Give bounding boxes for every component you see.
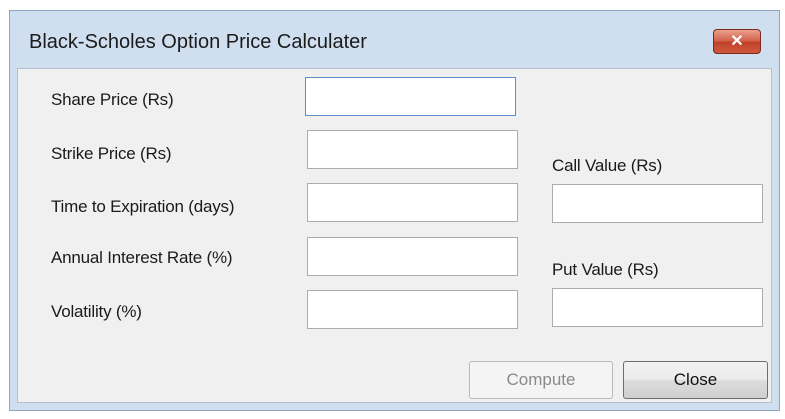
dialog-window: Black-Scholes Option Price Calculater ✕ … [9, 10, 780, 411]
annual-interest-rate-input[interactable] [308, 238, 517, 275]
strike-price-field[interactable] [307, 130, 518, 169]
put-value-label: Put Value (Rs) [552, 260, 659, 279]
volatility-input[interactable] [308, 291, 517, 328]
strike-price-label: Strike Price (Rs) [51, 144, 172, 163]
volatility-label: Volatility (%) [51, 302, 142, 321]
share-price-label: Share Price (Rs) [51, 90, 174, 109]
call-value-field[interactable] [552, 184, 763, 223]
share-price-input[interactable] [306, 78, 515, 115]
call-value-input[interactable] [553, 185, 762, 222]
time-to-expiration-label: Time to Expiration (days) [51, 197, 235, 216]
form-panel: Share Price (Rs) Strike Price (Rs) Time … [17, 68, 772, 403]
annual-interest-rate-field[interactable] [307, 237, 518, 276]
put-value-input[interactable] [553, 289, 762, 326]
put-value-field[interactable] [552, 288, 763, 327]
time-to-expiration-input[interactable] [308, 184, 517, 221]
call-value-label: Call Value (Rs) [552, 156, 663, 175]
title-bar[interactable]: Black-Scholes Option Price Calculater ✕ [10, 11, 779, 68]
annual-interest-rate-label: Annual Interest Rate (%) [51, 248, 233, 267]
share-price-field[interactable] [305, 77, 516, 116]
close-button[interactable]: Close [623, 361, 768, 399]
volatility-field[interactable] [307, 290, 518, 329]
window-title: Black-Scholes Option Price Calculater [29, 31, 367, 53]
compute-button[interactable]: Compute [469, 361, 613, 399]
close-icon[interactable]: ✕ [713, 29, 761, 54]
strike-price-input[interactable] [308, 131, 517, 168]
time-to-expiration-field[interactable] [307, 183, 518, 222]
